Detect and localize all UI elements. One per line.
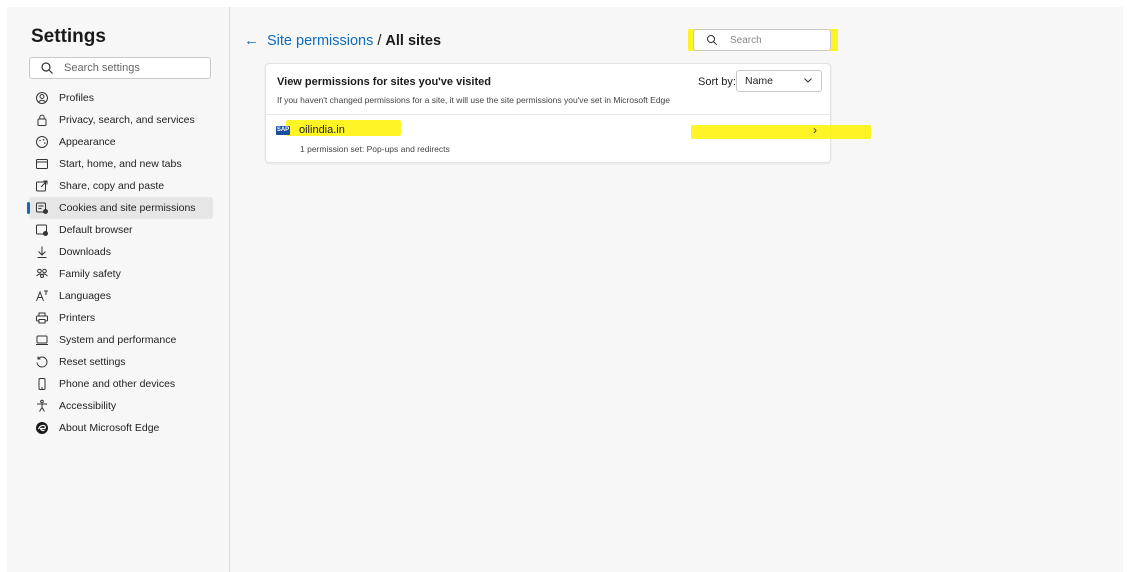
site-row[interactable]: SAP oilindia.in 1 permission set: Pop-up… xyxy=(266,115,871,163)
settings-search-box[interactable] xyxy=(29,57,211,79)
sidebar-item-family[interactable]: Family safety xyxy=(29,263,213,285)
breadcrumb-separator: / xyxy=(377,32,382,49)
sidebar-item-label: Accessibility xyxy=(59,400,117,412)
breadcrumb-site-permissions-link[interactable]: Site permissions xyxy=(267,33,373,49)
favicon-text: SAP xyxy=(276,127,290,133)
sidebar-item-start-home[interactable]: Start, home, and new tabs xyxy=(29,153,213,175)
sidebar-item-profiles[interactable]: Profiles xyxy=(29,87,213,109)
search-icon xyxy=(706,34,718,46)
languages-icon xyxy=(35,289,49,303)
sidebar-item-about[interactable]: About Microsoft Edge xyxy=(29,417,213,439)
printer-icon xyxy=(35,311,49,325)
sidebar-item-label: Printers xyxy=(59,312,96,324)
sidebar-item-reset[interactable]: Reset settings xyxy=(29,351,213,373)
sort-label: Sort by: xyxy=(698,76,736,88)
sidebar-item-privacy[interactable]: Privacy, search, and services xyxy=(29,109,213,131)
lock-icon xyxy=(35,113,49,127)
sidebar-item-share[interactable]: Share, copy and paste xyxy=(29,175,213,197)
sidebar-item-label: About Microsoft Edge xyxy=(59,422,160,434)
sidebar-item-label: Share, copy and paste xyxy=(59,180,165,192)
chevron-down-icon xyxy=(803,75,813,88)
site-favicon: SAP xyxy=(276,126,290,135)
sidebar-item-label: Downloads xyxy=(59,246,111,258)
share-icon xyxy=(35,179,49,193)
card-description: If you haven't changed permissions for a… xyxy=(277,95,671,105)
site-search-box[interactable] xyxy=(693,29,832,51)
profile-icon xyxy=(35,91,49,105)
home-tabs-icon xyxy=(35,157,49,171)
sidebar-item-label: Privacy, search, and services xyxy=(59,114,195,126)
sort-value: Name xyxy=(745,75,774,87)
family-icon xyxy=(35,267,49,281)
settings-window: Settings Profiles Privacy, search, and s… xyxy=(7,7,1123,572)
edge-logo-icon xyxy=(35,421,49,435)
site-search-input[interactable] xyxy=(728,33,832,47)
sidebar-item-accessibility[interactable]: Accessibility xyxy=(29,395,213,417)
system-icon xyxy=(35,333,49,347)
sidebar: Settings Profiles Privacy, search, and s… xyxy=(7,7,230,572)
sidebar-item-system[interactable]: System and performance xyxy=(29,329,213,351)
sort-dropdown[interactable]: Name xyxy=(736,70,822,92)
sites-card: View permissions for sites you've visite… xyxy=(265,63,871,163)
sidebar-item-label: Cookies and site permissions xyxy=(59,202,196,214)
settings-search-input[interactable] xyxy=(62,61,206,75)
sidebar-item-printers[interactable]: Printers xyxy=(29,307,213,329)
sidebar-item-label: System and performance xyxy=(59,334,177,346)
accessibility-icon xyxy=(35,399,49,413)
site-name: oilindia.in xyxy=(299,124,345,136)
default-browser-icon xyxy=(35,223,49,237)
sidebar-item-default-browser[interactable]: Default browser xyxy=(29,219,213,241)
sidebar-item-label: Start, home, and new tabs xyxy=(59,158,182,170)
sidebar-item-appearance[interactable]: Appearance xyxy=(29,131,213,153)
sidebar-item-downloads[interactable]: Downloads xyxy=(29,241,213,263)
page-title: All sites xyxy=(385,32,442,49)
sidebar-item-label: Family safety xyxy=(59,268,121,280)
card-title: View permissions for sites you've visite… xyxy=(277,76,491,88)
sidebar-item-label: Profiles xyxy=(59,92,95,104)
reset-icon xyxy=(35,355,49,369)
sidebar-item-label: Phone and other devices xyxy=(59,378,176,390)
sidebar-item-cookies[interactable]: Cookies and site permissions xyxy=(27,197,213,219)
sidebar-item-label: Reset settings xyxy=(59,356,126,368)
download-icon xyxy=(35,245,49,259)
sidebar-item-languages[interactable]: Languages xyxy=(29,285,213,307)
sidebar-item-label: Appearance xyxy=(59,136,116,148)
highlight-mark xyxy=(691,125,871,139)
cookies-icon xyxy=(35,201,49,215)
phone-icon xyxy=(35,377,49,391)
chevron-right-icon: › xyxy=(813,123,817,137)
sidebar-item-phone[interactable]: Phone and other devices xyxy=(29,373,213,395)
sidebar-item-label: Default browser xyxy=(59,224,133,236)
search-icon xyxy=(40,61,54,75)
appearance-icon xyxy=(35,135,49,149)
sidebar-item-label: Languages xyxy=(59,290,111,302)
main-content: ← Site permissions / All sites View perm… xyxy=(230,7,1123,572)
sidebar-nav: Profiles Privacy, search, and services A… xyxy=(27,87,213,439)
back-arrow-icon[interactable]: ← xyxy=(244,32,259,49)
breadcrumb: ← Site permissions / All sites xyxy=(244,32,441,49)
sidebar-title: Settings xyxy=(31,26,106,47)
site-permission-summary: 1 permission set: Pop-ups and redirects xyxy=(300,144,450,154)
